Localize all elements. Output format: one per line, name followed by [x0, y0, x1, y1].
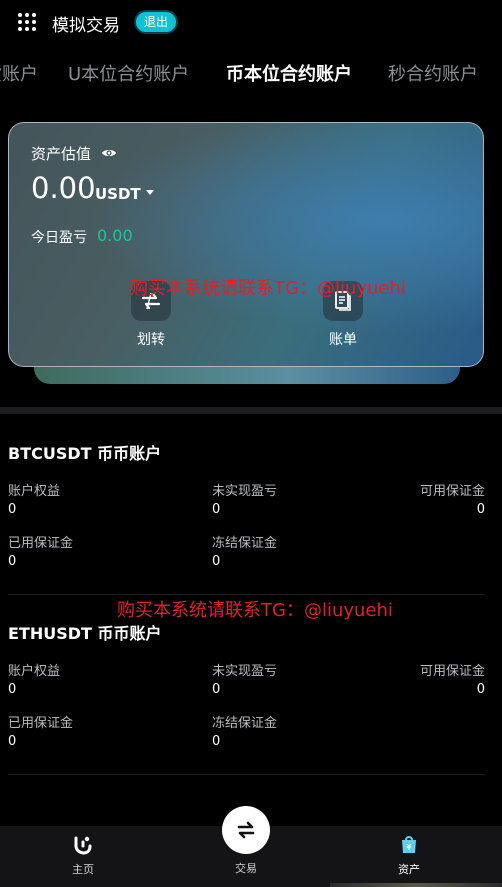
- watermark-text: 购买本系统请联系TG：@liuyuehi: [130, 278, 406, 299]
- field-value: 0: [212, 734, 221, 749]
- asset-label: 资产估值: [31, 145, 92, 163]
- asset-value: 0.00: [31, 171, 96, 205]
- row-separator: [8, 594, 485, 595]
- field-label: 冻结保证金: [212, 536, 278, 551]
- field-value: 0: [212, 554, 221, 569]
- nav-home-label: 主页: [72, 863, 94, 876]
- field-label: 未实现盈亏: [212, 484, 278, 499]
- today-pnl-label: 今日盈亏: [31, 230, 87, 246]
- nav-home[interactable]: 主页: [43, 826, 123, 877]
- field-value: 0: [8, 734, 17, 749]
- home-icon: [43, 834, 123, 856]
- field-value: 0: [476, 502, 485, 517]
- account-title: ETHUSDT 币币账户: [8, 624, 162, 643]
- caret-down-icon[interactable]: [146, 190, 154, 195]
- row-separator: [8, 774, 485, 775]
- field-label: 账户权益: [8, 484, 61, 499]
- field-label: 已用保证金: [8, 536, 74, 551]
- nav-assets[interactable]: 资产: [369, 826, 449, 877]
- field-value: 0: [8, 554, 17, 569]
- tab-spot-account[interactable]: 现货账户: [0, 60, 38, 86]
- tab-coin-contract-account[interactable]: 币本位合约账户: [226, 60, 352, 86]
- tab-usdt-contract-account[interactable]: U本位合约账户: [68, 60, 189, 86]
- nav-trade-button[interactable]: [222, 806, 270, 854]
- asset-card: 资产估值 0.00 USDT 今日盈亏 0.00 划转 账单: [8, 122, 484, 367]
- assets-icon: [369, 834, 449, 856]
- field-value: 0: [476, 682, 485, 697]
- field-label: 可用保证金: [419, 484, 485, 499]
- field-label: 账户权益: [8, 664, 61, 679]
- section-divider: [0, 407, 502, 414]
- page-title: 模拟交易: [52, 16, 120, 36]
- account-title: BTCUSDT 币币账户: [8, 444, 162, 463]
- trade-icon: [237, 821, 255, 839]
- field-label: 可用保证金: [419, 664, 485, 679]
- nav-trade-label: 交易: [235, 862, 257, 875]
- bill-label: 账单: [329, 332, 357, 348]
- today-pnl-value: 0.00: [97, 226, 133, 245]
- asset-unit-selector[interactable]: USDT: [95, 185, 141, 203]
- account-tabs: 现货账户 U本位合约账户 币本位合约账户 秒合约账户: [0, 52, 502, 92]
- watermark-text: 购买本系统请联系TG：@liuyuehi: [117, 600, 393, 621]
- field-label: 未实现盈亏: [212, 664, 278, 679]
- field-value: 0: [212, 502, 221, 517]
- field-value: 0: [8, 502, 17, 517]
- tab-second-contract-account[interactable]: 秒合约账户: [388, 60, 478, 86]
- menu-grid-icon[interactable]: [18, 13, 36, 31]
- field-label: 冻结保证金: [212, 716, 278, 731]
- transfer-label: 划转: [137, 332, 165, 348]
- exit-button[interactable]: 退出: [134, 10, 179, 34]
- top-bar: 模拟交易 退出: [0, 0, 502, 44]
- field-label: 已用保证金: [8, 716, 74, 731]
- field-value: 0: [212, 682, 221, 697]
- eye-icon[interactable]: [101, 145, 117, 161]
- background-image-strip: [330, 883, 502, 887]
- field-value: 0: [8, 682, 17, 697]
- nav-assets-label: 资产: [398, 863, 420, 876]
